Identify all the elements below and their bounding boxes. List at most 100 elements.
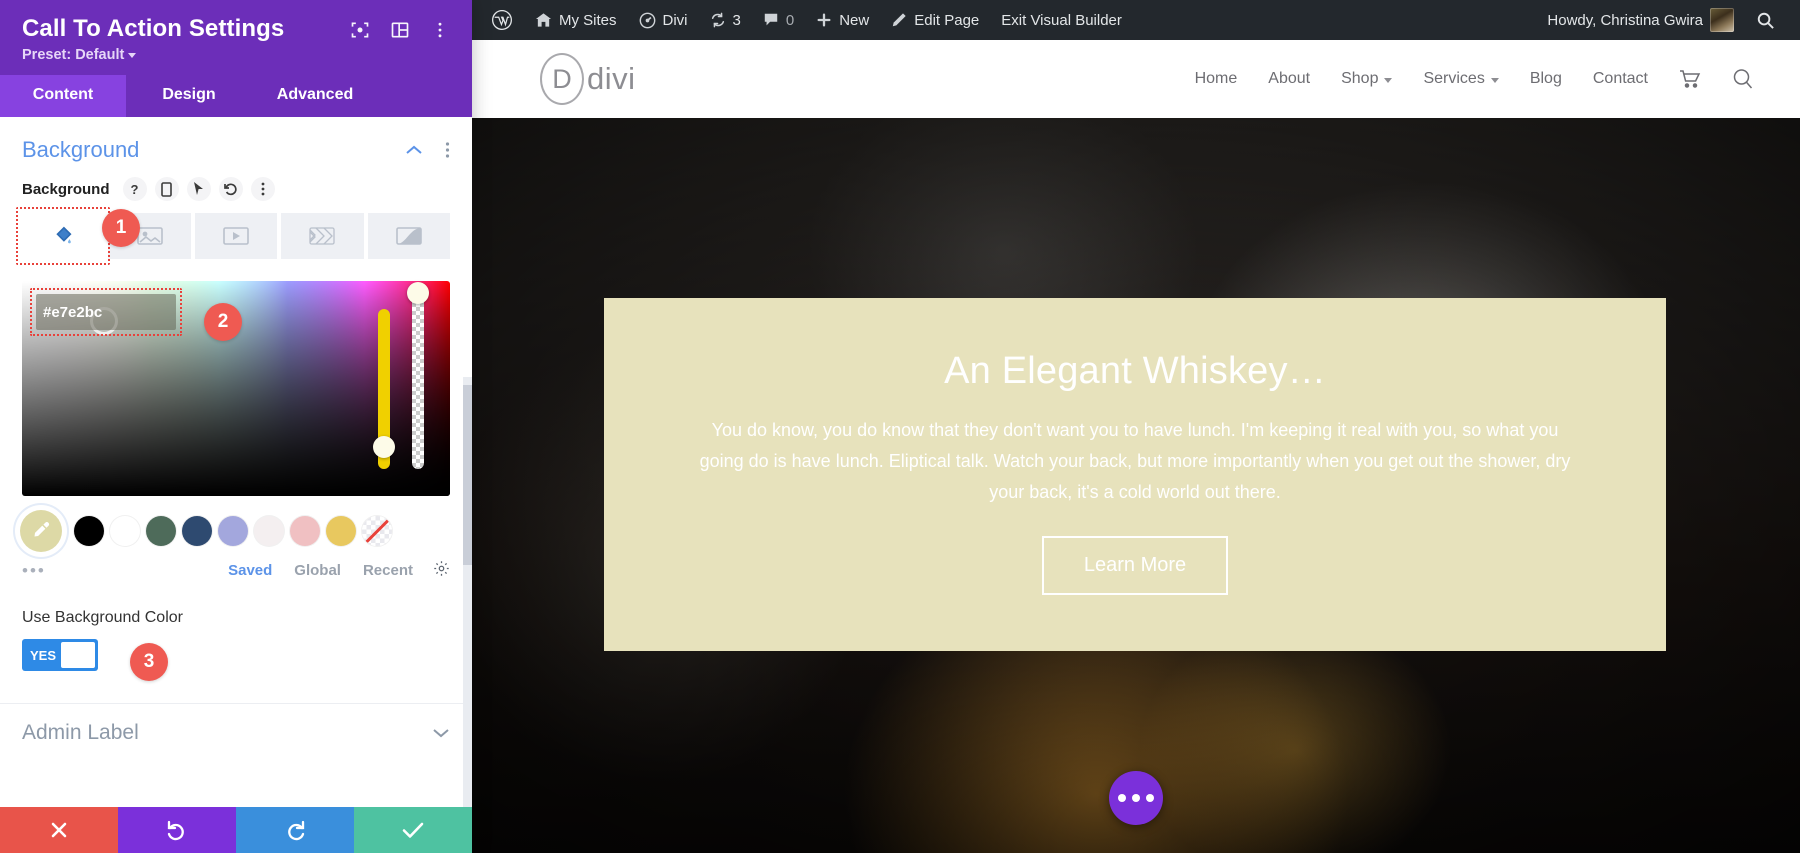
alpha-slider[interactable] — [412, 291, 424, 469]
page-title: Call To Action Settings — [22, 16, 350, 42]
ellipsis-icon-dot — [1118, 794, 1126, 802]
panel-footer-actions — [0, 807, 472, 853]
mobile-icon[interactable] — [155, 177, 179, 201]
swatch-gold[interactable] — [326, 516, 356, 546]
help-icon[interactable]: ? — [123, 177, 147, 201]
palette-tab-global[interactable]: Global — [294, 562, 341, 579]
divi-speedometer-icon — [639, 12, 656, 29]
toggle-label: Use Background Color — [22, 609, 450, 627]
bgtype-pattern[interactable] — [281, 213, 363, 259]
swatch-pink[interactable] — [290, 516, 320, 546]
new-item[interactable]: New — [805, 0, 880, 40]
swatch-offwhite[interactable] — [254, 516, 284, 546]
edit-page-item[interactable]: Edit Page — [880, 0, 990, 40]
ellipsis-icon-dot — [1146, 794, 1154, 802]
site-navigation-bar: D divi Home About Shop Services Blog Con… — [472, 40, 1800, 118]
panel-scrollbar-thumb[interactable] — [463, 385, 472, 565]
palette-tabs: ••• Saved Global Recent — [0, 552, 472, 581]
cancel-button[interactable] — [0, 807, 118, 853]
callout-badge-3: 3 — [130, 643, 168, 681]
more-vertical-icon[interactable] — [430, 20, 450, 40]
bgtype-color-fill[interactable] — [22, 213, 104, 259]
swatch-periwinkle[interactable] — [218, 516, 248, 546]
wordpress-logo-icon — [491, 9, 513, 31]
background-section-header[interactable]: Background — [0, 117, 472, 177]
search-icon — [1732, 68, 1754, 90]
site-logo[interactable]: D divi — [540, 53, 636, 105]
tab-design[interactable]: Design — [126, 75, 252, 117]
hex-input-group: ✓ — [36, 294, 176, 330]
plus-icon — [816, 12, 832, 28]
use-background-color-field: Use Background Color YES 3 — [0, 581, 472, 671]
nav-item-home[interactable]: Home — [1195, 70, 1238, 88]
wp-logo-item[interactable] — [480, 0, 524, 40]
howdy-item[interactable]: Howdy, Christina Gwira — [1536, 0, 1745, 40]
palette-tab-recent[interactable]: Recent — [363, 562, 413, 579]
chevron-up-icon[interactable] — [405, 144, 423, 156]
cart-link[interactable] — [1679, 69, 1701, 89]
section-more-icon[interactable] — [445, 141, 450, 159]
nav-label: About — [1268, 70, 1310, 88]
search-icon — [1756, 11, 1775, 30]
save-button[interactable] — [354, 807, 472, 853]
logo-letter: D — [540, 53, 584, 105]
bgtype-video[interactable] — [195, 213, 277, 259]
howdy-label: Howdy, Christina Gwira — [1547, 12, 1703, 29]
swatch-green[interactable] — [146, 516, 176, 546]
swatch-white[interactable] — [110, 516, 140, 546]
swatch-navy[interactable] — [182, 516, 212, 546]
shopping-cart-icon — [1679, 69, 1701, 89]
ellipsis-icon[interactable]: ••• — [22, 561, 206, 581]
preset-selector[interactable]: Preset: Default — [22, 47, 450, 63]
redo-button[interactable] — [236, 807, 354, 853]
updates-icon — [710, 12, 726, 28]
page-canvas: An Elegant Whiskey… You do know, you do … — [472, 118, 1800, 853]
layout-columns-icon[interactable] — [390, 20, 410, 40]
tab-advanced[interactable]: Advanced — [252, 75, 378, 117]
admin-label-section[interactable]: Admin Label — [0, 703, 472, 761]
undo-button[interactable] — [118, 807, 236, 853]
alpha-slider-knob[interactable] — [407, 282, 429, 304]
focus-icon[interactable] — [350, 20, 370, 40]
reset-icon[interactable] — [219, 177, 243, 201]
learn-more-button[interactable]: Learn More — [1042, 536, 1228, 595]
my-sites-label: My Sites — [559, 12, 617, 29]
swatch-transparent[interactable] — [362, 516, 392, 546]
toggle-value: YES — [25, 648, 61, 663]
bgtype-mask[interactable] — [368, 213, 450, 259]
call-to-action-module[interactable]: An Elegant Whiskey… You do know, you do … — [604, 298, 1666, 651]
cursor-icon[interactable] — [187, 177, 211, 201]
divi-item[interactable]: Divi — [628, 0, 699, 40]
nav-item-services[interactable]: Services — [1423, 70, 1498, 88]
background-type-tabs: 1 — [0, 213, 472, 259]
chevron-down-icon[interactable] — [432, 727, 450, 739]
field-more-icon[interactable] — [251, 177, 275, 201]
nav-label: Home — [1195, 70, 1238, 88]
eyedropper-swatch[interactable] — [20, 510, 62, 552]
field-label: Background — [22, 181, 110, 198]
nav-item-blog[interactable]: Blog — [1530, 70, 1562, 88]
comments-item[interactable]: 0 — [752, 0, 805, 40]
nav-item-contact[interactable]: Contact — [1593, 70, 1648, 88]
hex-input[interactable] — [36, 294, 176, 330]
hue-slider-knob[interactable] — [373, 436, 395, 458]
swatch-black[interactable] — [74, 516, 104, 546]
module-settings-panel: Call To Action Settings — [0, 0, 472, 853]
primary-nav: Home About Shop Services Blog Contact — [1195, 68, 1754, 90]
palette-tab-saved[interactable]: Saved — [228, 562, 272, 579]
avatar — [1710, 8, 1734, 32]
exit-visual-builder-item[interactable]: Exit Visual Builder — [990, 0, 1133, 40]
tab-content[interactable]: Content — [0, 75, 126, 117]
my-sites-item[interactable]: My Sites — [524, 0, 628, 40]
ellipsis-icon-dot — [1132, 794, 1140, 802]
use-background-color-toggle[interactable]: YES — [22, 639, 98, 671]
nav-item-shop[interactable]: Shop — [1341, 70, 1392, 88]
preset-label: Preset: Default — [22, 47, 124, 63]
nav-item-about[interactable]: About — [1268, 70, 1310, 88]
divi-page-settings-fab[interactable] — [1109, 771, 1163, 825]
updates-item[interactable]: 3 — [699, 0, 752, 40]
site-search-button[interactable] — [1732, 68, 1754, 90]
admin-search-item[interactable] — [1745, 0, 1786, 40]
gear-icon[interactable] — [433, 560, 450, 581]
comments-icon — [763, 12, 779, 28]
